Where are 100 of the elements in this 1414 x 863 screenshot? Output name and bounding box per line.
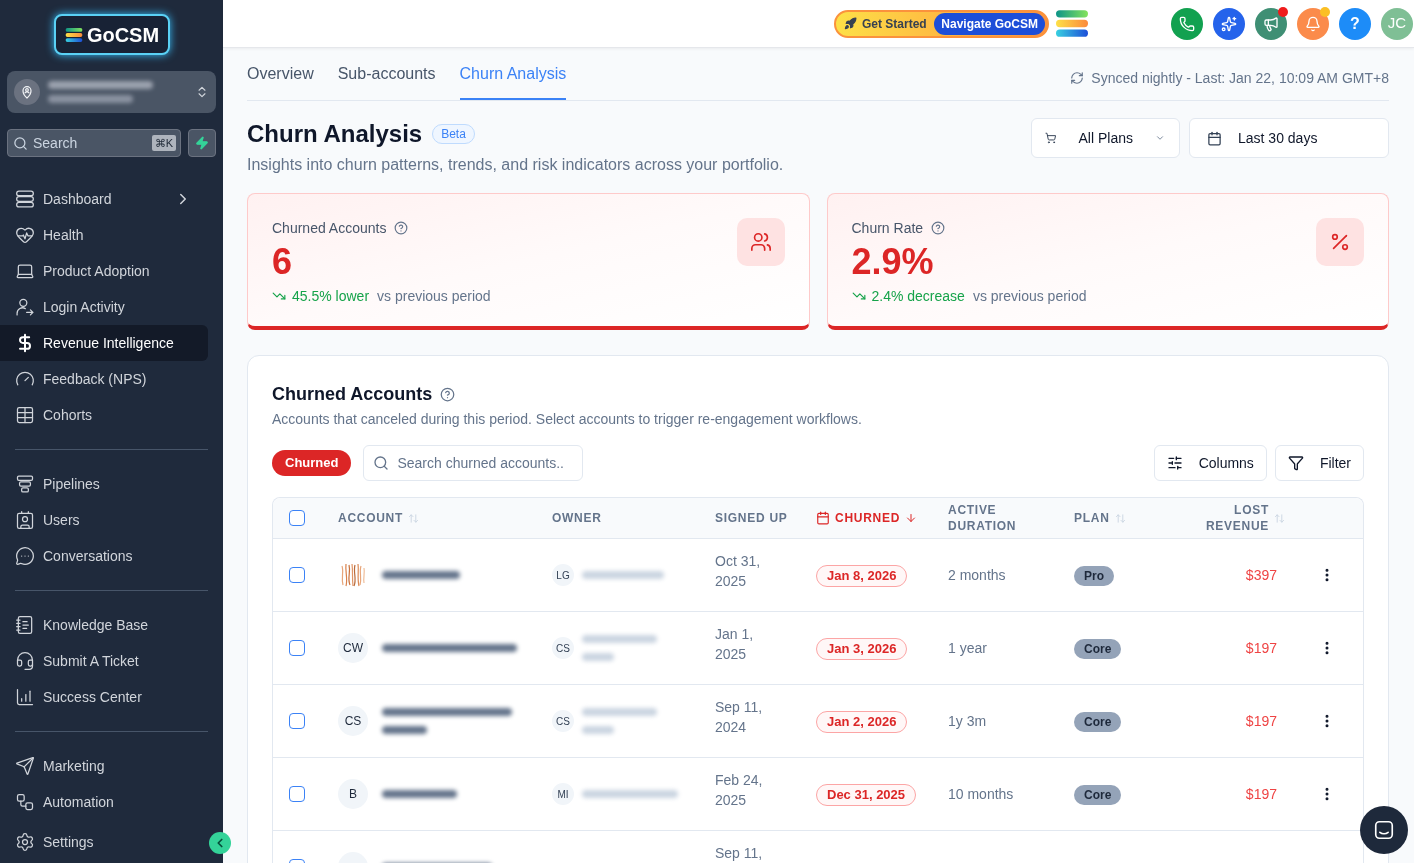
metric-change: 2.4% decrease bbox=[871, 287, 965, 306]
column-header[interactable]: OWNER bbox=[552, 510, 602, 526]
nav-item[interactable]: Dashboard bbox=[0, 181, 208, 217]
active-duration: 1 year bbox=[948, 640, 987, 656]
checkbox[interactable] bbox=[289, 713, 305, 729]
quick-action-button[interactable] bbox=[188, 129, 216, 157]
plan-badge: Core bbox=[1074, 785, 1122, 805]
nav-item[interactable]: Cohorts bbox=[0, 397, 208, 433]
signed-up-date: Sep 11, bbox=[715, 844, 764, 863]
account-avatar: CS bbox=[338, 706, 368, 736]
table-icon bbox=[15, 405, 35, 425]
filter-button[interactable]: Filter bbox=[1274, 445, 1364, 481]
collapse-sidebar-button[interactable] bbox=[209, 832, 231, 854]
navigate-button[interactable]: Navigate GoCSM bbox=[934, 12, 1045, 35]
lost-revenue: $197 bbox=[1245, 784, 1277, 804]
help-icon[interactable] bbox=[394, 221, 409, 235]
checkbox[interactable] bbox=[289, 510, 305, 526]
nav-item[interactable]: Login Activity bbox=[0, 289, 208, 325]
get-started-button[interactable]: Get Started Navigate GoCSM bbox=[834, 9, 1049, 38]
column-header[interactable]: ACCOUNT bbox=[338, 510, 420, 526]
search-icon bbox=[13, 136, 28, 151]
chat-bubble-icon bbox=[15, 546, 35, 566]
column-header[interactable]: CHURNED bbox=[816, 510, 918, 526]
funnel-icon bbox=[15, 474, 35, 494]
metric-label: Churned Accounts bbox=[272, 219, 387, 238]
status-chip[interactable]: Churned bbox=[272, 450, 352, 476]
signed-up-date: Jan 1, 2025 bbox=[715, 625, 755, 664]
calendar-icon bbox=[816, 511, 830, 525]
signed-up-date: Sep 11, 2024 bbox=[715, 698, 764, 737]
location-pin-icon bbox=[14, 79, 40, 105]
owner-avatar: CS bbox=[552, 710, 574, 732]
announcements-button[interactable] bbox=[1255, 7, 1287, 40]
rocket-icon bbox=[844, 17, 857, 30]
redacted-text bbox=[582, 726, 614, 734]
account-avatar: CW bbox=[338, 633, 368, 663]
nav-item[interactable]: Pipelines bbox=[0, 466, 208, 502]
lost-revenue: $197 bbox=[1245, 711, 1277, 731]
users-icon bbox=[736, 218, 785, 266]
active-duration: 10 months bbox=[948, 786, 1014, 802]
nav-item[interactable]: Submit A Ticket bbox=[0, 643, 208, 679]
notifications-button[interactable] bbox=[1297, 7, 1329, 40]
column-header[interactable]: LOST REVENUE bbox=[1195, 502, 1285, 534]
sort-icon bbox=[1274, 512, 1285, 524]
owner-avatar: CS bbox=[552, 637, 574, 659]
logo[interactable]: GoCSM bbox=[53, 14, 170, 55]
column-header[interactable]: SIGNED UP bbox=[715, 510, 788, 526]
checkbox[interactable] bbox=[289, 786, 305, 802]
nav-item[interactable]: Revenue Intelligence bbox=[0, 325, 208, 361]
filter-icon bbox=[1287, 455, 1304, 471]
bell-icon bbox=[1305, 15, 1321, 32]
page-subtitle: Insights into churn patterns, trends, and risk indicators across your portfolio. bbox=[247, 155, 784, 175]
phone-button[interactable] bbox=[1171, 7, 1203, 40]
date-range-dropdown[interactable]: Last 30 days bbox=[1189, 118, 1389, 158]
column-header[interactable]: PLAN bbox=[1074, 510, 1126, 526]
chat-button[interactable] bbox=[1360, 806, 1408, 854]
redacted-text bbox=[382, 726, 427, 734]
settings-icon bbox=[15, 832, 35, 852]
nav-item[interactable]: Feedback (NPS) bbox=[0, 361, 208, 397]
plan-dropdown[interactable]: All Plans bbox=[1031, 118, 1180, 158]
tab[interactable]: Churn Analysis bbox=[459, 48, 567, 100]
nav-item[interactable]: Users bbox=[0, 502, 208, 538]
help-icon[interactable] bbox=[931, 221, 946, 235]
lost-revenue: $397 bbox=[1245, 565, 1277, 585]
sync-icon bbox=[1070, 71, 1085, 85]
tab[interactable]: Overview bbox=[247, 48, 314, 100]
sync-status: Synced nightly - Last: Jan 22, 10:09 AM GMT+8 bbox=[1091, 68, 1389, 88]
metric-comparison: vs previous period bbox=[972, 287, 1087, 306]
nav-item[interactable]: Settings bbox=[0, 824, 208, 860]
checkbox[interactable] bbox=[289, 567, 305, 583]
nav-item[interactable]: Automation bbox=[0, 784, 208, 820]
megaphone-icon bbox=[1263, 15, 1279, 32]
sparkle-button[interactable] bbox=[1213, 7, 1245, 40]
section-title: Churned Accounts bbox=[272, 383, 433, 406]
get-started-label: Get Started bbox=[862, 15, 927, 33]
workflow-icon bbox=[15, 792, 35, 812]
user-arrow-icon bbox=[15, 297, 35, 317]
nav-item[interactable]: Conversations bbox=[0, 538, 208, 574]
signed-up-date: Oct 31, 2025 bbox=[715, 552, 762, 591]
chat-icon bbox=[1373, 819, 1395, 841]
cart-icon bbox=[1045, 130, 1057, 146]
calendar-icon bbox=[1207, 130, 1222, 146]
metric-value: 2.9% bbox=[851, 242, 935, 282]
stripes-icon[interactable] bbox=[1056, 10, 1088, 37]
nav-item[interactable]: Knowledge Base bbox=[0, 607, 208, 643]
nav-item[interactable]: Success Center bbox=[0, 679, 208, 715]
column-header[interactable]: ACTIVE DURATION bbox=[948, 502, 1038, 534]
arrow-down-icon bbox=[905, 512, 918, 524]
nav-item[interactable]: Product Adoption bbox=[0, 253, 208, 289]
plan-badge: Core bbox=[1074, 639, 1122, 659]
help-icon[interactable] bbox=[440, 386, 456, 402]
owner-avatar: MI bbox=[552, 783, 574, 805]
tab[interactable]: Sub-accounts bbox=[337, 48, 436, 100]
nav-item[interactable]: Marketing bbox=[0, 748, 208, 784]
nav-item[interactable]: Health bbox=[0, 217, 208, 253]
checkbox[interactable] bbox=[289, 640, 305, 656]
paper-plane-icon bbox=[15, 756, 35, 776]
columns-button[interactable]: Columns bbox=[1153, 445, 1267, 481]
contact-book-icon bbox=[15, 510, 35, 530]
churned-date: Dec 31, 2025 bbox=[816, 783, 917, 806]
workspace-switcher[interactable] bbox=[7, 71, 216, 113]
